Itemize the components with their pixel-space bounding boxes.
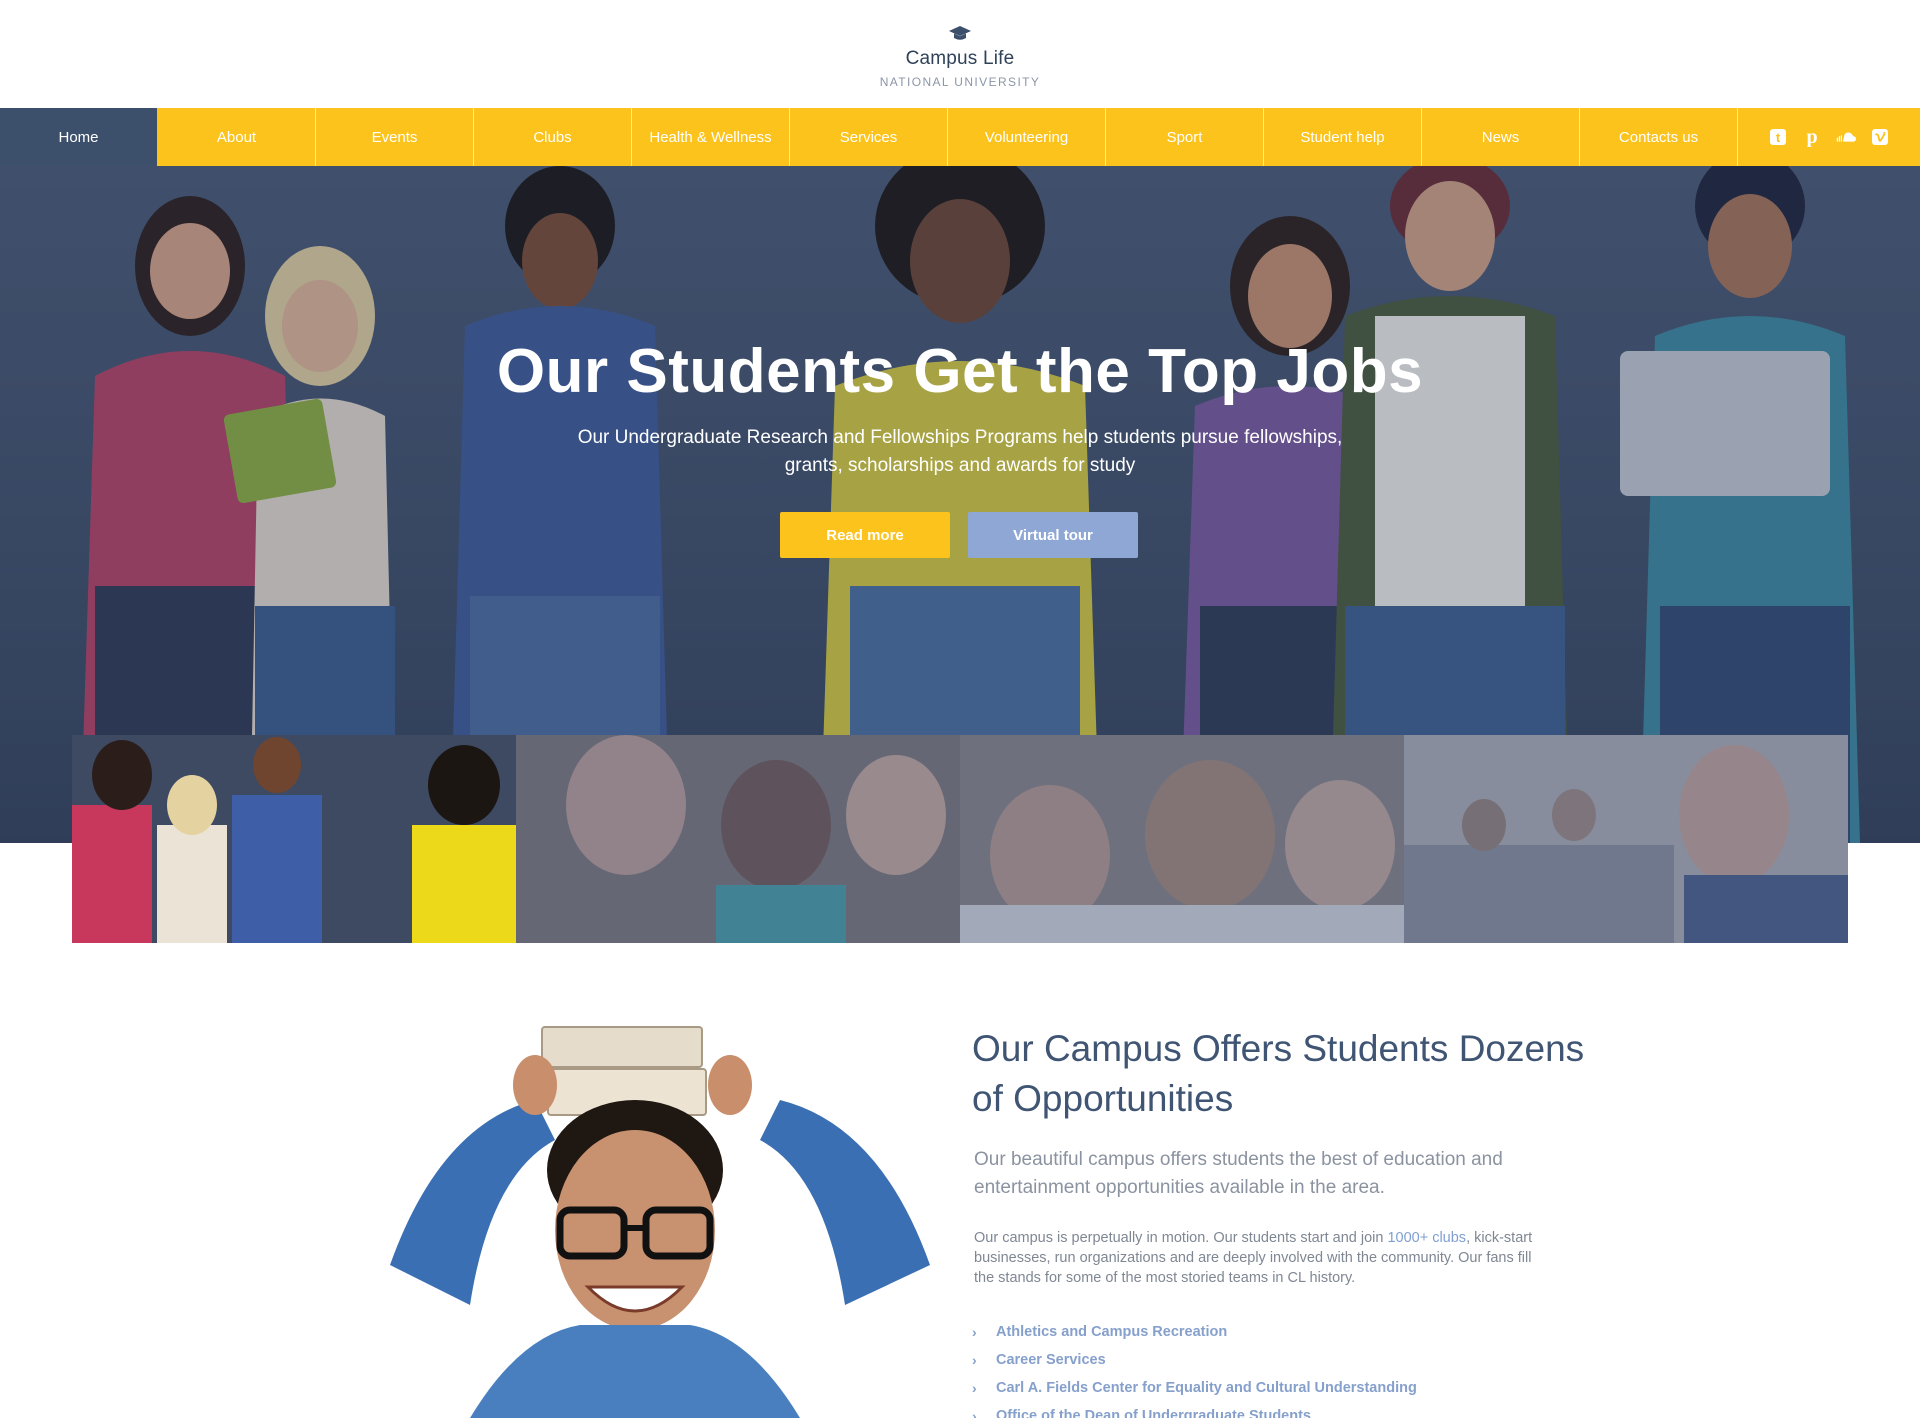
brand-subtitle: NATIONAL UNIVERSITY — [879, 75, 1041, 89]
section-title: Our Campus Offers Students Dozens of Opp… — [972, 1028, 1585, 1119]
resource-link-dean-office[interactable]: › Office of the Dean of Undergraduate Stu… — [972, 1402, 1417, 1418]
resource-links: › Athletics and Campus Recreation › Career… — [972, 1318, 1417, 1418]
site-header: Campus Life NATIONAL UNIVERSITY — [0, 0, 1920, 108]
svg-text:t: t — [1776, 130, 1781, 145]
nav-item-clubs[interactable]: Clubs — [474, 108, 632, 166]
pinterest-icon[interactable]: p — [1802, 127, 1822, 147]
read-more-button[interactable]: Read more — [780, 512, 950, 558]
resource-link-label: Career Services — [996, 1352, 1106, 1368]
hero-title: Our Students Get the Top Jobs — [496, 337, 1424, 406]
nav-item-health-wellness[interactable]: Health & Wellness — [632, 108, 790, 166]
thumb-overlay — [960, 735, 1404, 943]
chevron-right-icon: › — [972, 1324, 977, 1340]
nav-item-volunteering[interactable]: Volunteering — [948, 108, 1106, 166]
student-with-books-image — [320, 1005, 940, 1418]
main-nav: Home About Events Clubs Health & Wellnes… — [0, 108, 1920, 166]
nav-item-home[interactable]: Home — [0, 108, 158, 166]
soundcloud-icon[interactable] — [1836, 127, 1856, 147]
resource-link-label: Carl A. Fields Center for Equality and C… — [996, 1380, 1417, 1396]
social-links: t p — [1738, 108, 1920, 166]
virtual-tour-button[interactable]: Virtual tour — [968, 512, 1138, 558]
hero-subtitle: Our Undergraduate Research and Fellowshi… — [577, 427, 1343, 476]
resource-link-athletics[interactable]: › Athletics and Campus Recreation — [972, 1318, 1417, 1346]
nav-item-contacts[interactable]: Contacts us — [1580, 108, 1738, 166]
vimeo-icon[interactable] — [1870, 127, 1890, 147]
logo[interactable]: Campus Life NATIONAL UNIVERSITY — [860, 24, 1060, 89]
nav-item-news[interactable]: News — [1422, 108, 1580, 166]
slider-thumb-1[interactable] — [72, 735, 516, 943]
resource-link-career[interactable]: › Career Services — [972, 1346, 1417, 1374]
thumb-overlay — [1404, 735, 1848, 943]
nav-item-about[interactable]: About — [158, 108, 316, 166]
nav-item-services[interactable]: Services — [790, 108, 948, 166]
nav-item-events[interactable]: Events — [316, 108, 474, 166]
brand-title: Campus Life — [905, 48, 1015, 69]
nav-item-sport[interactable]: Sport — [1106, 108, 1264, 166]
thumb-overlay — [516, 735, 960, 943]
section-body: Our campus is perpetually in motion. Our… — [974, 1228, 1554, 1288]
graduation-cap-icon — [949, 26, 971, 40]
nav-item-student-help[interactable]: Student help — [1264, 108, 1422, 166]
slider-thumb-3[interactable] — [960, 735, 1404, 943]
resource-link-label: Office of the Dean of Undergraduate Stud… — [996, 1408, 1311, 1418]
body-text-start: Our campus is perpetually in motion. Our… — [974, 1230, 1388, 1246]
section-lead: Our beautiful campus offers students the… — [974, 1149, 1503, 1198]
slider-thumb-4[interactable] — [1404, 735, 1848, 943]
clubs-link[interactable]: 1000+ clubs — [1387, 1230, 1466, 1246]
chevron-right-icon: › — [972, 1352, 977, 1368]
slider-thumb-2[interactable] — [516, 735, 960, 943]
chevron-right-icon: › — [972, 1380, 977, 1396]
resource-link-label: Athletics and Campus Recreation — [996, 1324, 1228, 1340]
svg-text:p: p — [1806, 127, 1817, 147]
slider-thumbnails — [72, 735, 1848, 943]
chevron-right-icon: › — [972, 1408, 977, 1418]
tumblr-icon[interactable]: t — [1768, 127, 1788, 147]
resource-link-fields-center[interactable]: › Carl A. Fields Center for Equality and … — [972, 1374, 1417, 1402]
